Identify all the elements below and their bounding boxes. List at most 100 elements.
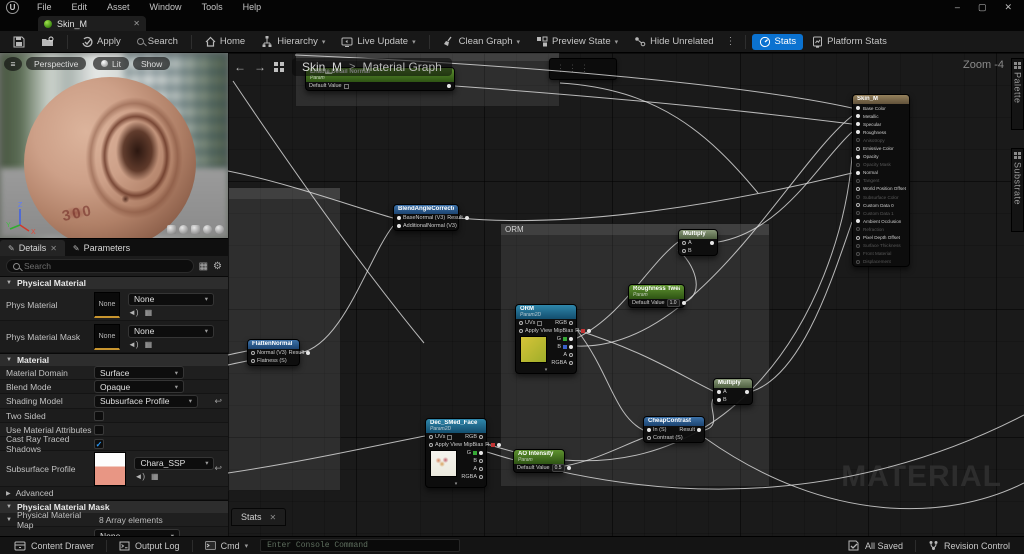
output-pin-refraction[interactable]: Refraction xyxy=(853,225,909,233)
node-orm-texture-sample[interactable]: ORM Param2D UVs RGB Apply View MipBias R G B A RG… xyxy=(515,304,592,374)
browse-to-icon[interactable]: ▦ xyxy=(145,308,153,317)
output-pin-custom-data-1[interactable]: Custom Data 1 xyxy=(853,209,909,217)
node-material-output[interactable]: Skin_M Base Color Metallic Specular Roughnes… xyxy=(852,94,910,267)
node-ao-intensity-param[interactable]: AO Intensity Param Default Value 0.5 xyxy=(513,449,571,473)
material-domain-dropdown[interactable]: Surface ▾ xyxy=(94,366,184,379)
platform-stats-button[interactable]: Platform Stats xyxy=(805,34,894,50)
blend-mode-dropdown[interactable]: Opaque ▾ xyxy=(94,380,184,393)
content-drawer-button[interactable]: Content Drawer xyxy=(6,537,102,554)
row-advanced[interactable]: ▶ Advanced xyxy=(0,487,228,500)
hierarchy-button[interactable]: Hierarchy ▾ xyxy=(254,34,332,49)
node-multiply-roughness[interactable]: Multiply A B xyxy=(678,229,718,256)
output-pin-specular[interactable]: Specular xyxy=(853,120,909,128)
reset-to-default-icon[interactable]: ↩ xyxy=(214,396,222,407)
cube-shape-icon[interactable] xyxy=(191,225,200,234)
all-saved-button[interactable]: All Saved xyxy=(840,540,911,551)
phys-material-mask-dropdown[interactable]: None ▾ xyxy=(128,324,214,338)
browse-to-icon[interactable]: ▦ xyxy=(151,472,159,481)
output-pin-world-position-offset[interactable]: World Position Offset xyxy=(853,185,909,193)
two-sided-checkbox[interactable] xyxy=(94,410,104,421)
material-graph-canvas[interactable]: ORM Enable Detail NormalParamDefault Val… xyxy=(228,53,1024,536)
output-pin-metallic[interactable]: Metallic xyxy=(853,112,909,120)
menu-window[interactable]: Window xyxy=(140,0,192,15)
node-cheap-contrast[interactable]: CheapContrast In (S) Result Contrast (S) xyxy=(643,416,705,443)
revision-control-button[interactable]: Revision Control xyxy=(920,540,1018,551)
lit-mode-button[interactable]: Lit xyxy=(93,57,129,70)
back-arrow-icon[interactable]: ← xyxy=(234,60,246,74)
stats-panel-tab[interactable]: Stats ✕ xyxy=(231,508,287,526)
preview-shape-buttons[interactable] xyxy=(167,225,224,234)
output-pin-normal[interactable]: Normal xyxy=(853,169,909,177)
sphere-shape-icon[interactable] xyxy=(179,225,188,234)
menu-asset[interactable]: Asset xyxy=(97,0,140,15)
cmd-selector[interactable]: Cmd ▾ xyxy=(197,537,257,554)
plane-shape-icon[interactable] xyxy=(203,225,212,234)
node-blend-angle-corrected-normals[interactable]: BlendAngleCorrectedNormalsBaseNormal (V3… xyxy=(393,204,469,231)
output-log-button[interactable]: Output Log xyxy=(111,537,188,554)
output-pin-front-material[interactable]: Front Material xyxy=(853,250,909,258)
mesh-shape-icon[interactable] xyxy=(215,225,224,234)
output-pin-base-color[interactable]: Base Color xyxy=(853,104,909,112)
details-search-input[interactable]: Search xyxy=(6,259,194,273)
node-flatten-normal[interactable]: FlattenNormal Normal (V3) Result Flatness (… xyxy=(247,339,311,366)
menu-tools[interactable]: Tools xyxy=(192,0,233,15)
perspective-button[interactable]: Perspective xyxy=(26,57,87,70)
output-pin-opacity-mask[interactable]: Opacity Mask xyxy=(853,161,909,169)
node-dec-face-texture-sample[interactable]: Dec_SMed_Face Param2D UVs RGB Apply View Mip… xyxy=(425,418,502,488)
stats-button[interactable]: Stats xyxy=(751,33,804,50)
minimize-button[interactable]: – xyxy=(955,2,960,13)
close-window-button[interactable]: ✕ xyxy=(1004,2,1012,13)
cast-ray-traced-shadows-checkbox[interactable]: ✓ xyxy=(94,438,104,449)
live-update-button[interactable]: Live Update ▾ xyxy=(334,34,422,50)
console-command-input[interactable]: Enter Console Command xyxy=(260,539,461,552)
use-selected-icon[interactable]: ◄) xyxy=(128,308,139,317)
output-pin-pixel-depth-offset[interactable]: Pixel Depth Offset xyxy=(853,234,909,242)
node-expand-icon[interactable]: ▾ xyxy=(426,481,486,487)
browse-asset-button[interactable] xyxy=(34,34,61,50)
preview-state-button[interactable]: Preview State ▾ xyxy=(529,34,625,49)
subsurface-profile-thumbnail[interactable] xyxy=(94,451,127,486)
row-physical-material-map[interactable]: ▼ Physical Material Map 8 Array elements xyxy=(0,510,228,530)
node-roughness-tweak-param[interactable]: Roughness TweakParamDefault Value1.0 xyxy=(628,284,686,308)
section-material[interactable]: ▼ Material xyxy=(0,353,228,366)
menu-file[interactable]: File xyxy=(27,0,62,15)
palette-side-tab[interactable]: Palette xyxy=(1011,58,1024,130)
output-pin-custom-data-0[interactable]: Custom Data 0 xyxy=(853,201,909,209)
output-pin-ambient-occlusion[interactable]: Ambient Occlusion xyxy=(853,217,909,225)
graph-hierarchy-icon[interactable] xyxy=(274,62,284,72)
save-button[interactable] xyxy=(6,34,32,50)
browse-to-icon[interactable]: ▦ xyxy=(145,340,153,349)
menu-edit[interactable]: Edit xyxy=(62,0,98,15)
menu-help[interactable]: Help xyxy=(233,0,272,15)
search-button[interactable]: Search xyxy=(130,34,185,49)
breadcrumb-root[interactable]: Skin_M xyxy=(302,60,342,74)
output-pin-subsurface-color[interactable]: Subsurface Color xyxy=(853,193,909,201)
asset-tab-skin-m[interactable]: Skin_M ✕ xyxy=(38,16,146,31)
maximize-button[interactable]: ▢ xyxy=(978,2,987,13)
tab-details[interactable]: ✎ Details ✕ xyxy=(0,240,65,256)
subsurface-profile-dropdown[interactable]: Chara_SSP ▾ xyxy=(134,456,215,470)
phys-material-dropdown[interactable]: None ▾ xyxy=(128,292,214,306)
use-selected-icon[interactable]: ◄) xyxy=(134,472,145,481)
cylinder-shape-icon[interactable] xyxy=(167,225,176,234)
hide-unrelated-button[interactable]: Hide Unrelated xyxy=(627,34,720,49)
use-selected-icon[interactable]: ◄) xyxy=(128,340,139,349)
section-physical-material[interactable]: ▼ Physical Material xyxy=(0,276,228,289)
output-pin-opacity[interactable]: Opacity xyxy=(853,153,909,161)
settings-gear-icon[interactable]: ⚙ xyxy=(213,261,222,272)
display-options-icon[interactable]: ▦ xyxy=(199,261,208,272)
breadcrumb-current[interactable]: Material Graph xyxy=(362,60,441,74)
close-tab-icon[interactable]: ✕ xyxy=(133,19,140,28)
home-button[interactable]: Home xyxy=(198,34,252,49)
output-pin-surface-thickness[interactable]: Surface Thickness xyxy=(853,242,909,250)
hide-unrelated-options-icon[interactable]: ⋮ xyxy=(723,36,739,47)
node-multiply-ao[interactable]: Multiply A B xyxy=(713,378,753,405)
viewport-menu-button[interactable]: ≡ xyxy=(4,57,22,71)
forward-arrow-icon[interactable]: → xyxy=(254,60,266,74)
use-material-attributes-checkbox[interactable] xyxy=(94,424,104,435)
tab-parameters[interactable]: ✎ Parameters xyxy=(65,240,138,256)
substrate-side-tab[interactable]: Substrate xyxy=(1011,148,1024,232)
output-pin-displacement[interactable]: Displacement xyxy=(853,258,909,266)
show-menu-button[interactable]: Show xyxy=(133,57,171,70)
node-expand-icon[interactable]: ▾ xyxy=(516,367,576,373)
